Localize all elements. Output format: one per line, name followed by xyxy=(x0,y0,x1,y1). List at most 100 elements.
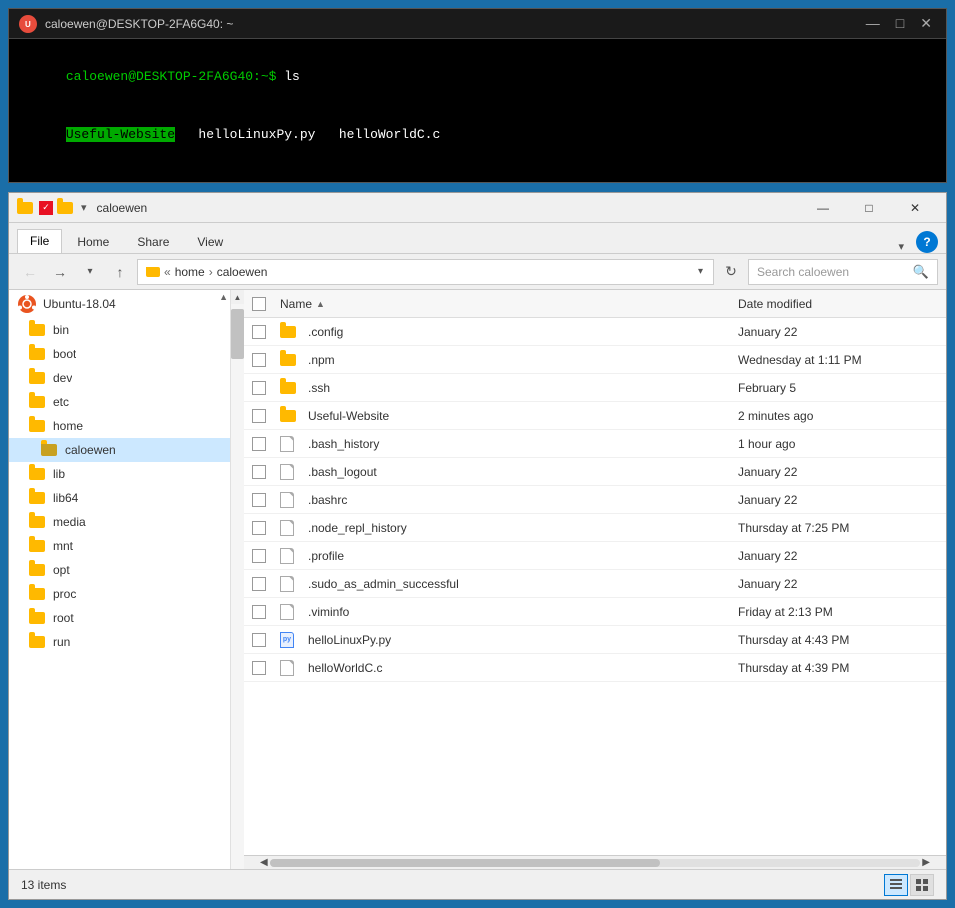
file-check-profile[interactable] xyxy=(252,549,280,563)
file-row-hello-py[interactable]: py helloLinuxPy.py Thursday at 4:43 PM xyxy=(244,626,946,654)
file-row-useful-website[interactable]: Useful-Website 2 minutes ago xyxy=(244,402,946,430)
tab-share[interactable]: Share xyxy=(124,230,182,253)
search-icon[interactable]: 🔍 xyxy=(913,264,929,280)
refresh-button[interactable]: ↻ xyxy=(718,259,744,285)
generic-icon-sudo xyxy=(280,576,294,592)
file-row-node-repl[interactable]: .node_repl_history Thursday at 7:25 PM xyxy=(244,514,946,542)
nav-dropdown[interactable]: ▾ xyxy=(77,259,103,285)
checkbox-hello-c[interactable] xyxy=(252,661,266,675)
tab-view[interactable]: View xyxy=(184,230,236,253)
file-check-useful-website[interactable] xyxy=(252,409,280,423)
sidebar-item-dev[interactable]: dev xyxy=(9,366,230,390)
checkbox-ssh[interactable] xyxy=(252,381,266,395)
scrollbar-thumb[interactable] xyxy=(231,309,244,359)
tab-file[interactable]: File xyxy=(17,229,62,253)
file-list-header: Name ▲ Date modified xyxy=(244,290,946,318)
file-row-npm[interactable]: .npm Wednesday at 1:11 PM xyxy=(244,346,946,374)
sidebar-item-root[interactable]: root xyxy=(9,606,230,630)
view-details-btn[interactable] xyxy=(884,874,908,896)
file-row-bashrc[interactable]: .bashrc January 22 xyxy=(244,486,946,514)
file-check-ssh[interactable] xyxy=(252,381,280,395)
terminal-minimize[interactable]: — xyxy=(862,15,884,32)
header-name[interactable]: Name ▲ xyxy=(280,297,738,311)
sidebar-scroll-up[interactable]: ▲ xyxy=(219,292,228,302)
checkbox-sudo[interactable] xyxy=(252,577,266,591)
explorer-close[interactable]: ✕ xyxy=(892,193,938,223)
tab-home[interactable]: Home xyxy=(64,230,122,253)
generic-icon-node-repl xyxy=(280,520,294,536)
file-icon-bash-history xyxy=(280,436,304,452)
sidebar-item-run[interactable]: run xyxy=(9,630,230,654)
checkbox-hello-py[interactable] xyxy=(252,633,266,647)
view-tiles-btn[interactable] xyxy=(910,874,934,896)
checkbox-profile[interactable] xyxy=(252,549,266,563)
file-row-bash-history[interactable]: .bash_history 1 hour ago xyxy=(244,430,946,458)
file-check-hello-py[interactable] xyxy=(252,633,280,647)
scrollbar-up-arrow[interactable]: ▲ xyxy=(231,290,244,304)
path-arrow: › xyxy=(209,265,213,279)
hscroll-left[interactable]: ◀ xyxy=(258,857,270,868)
sidebar-item-lib64[interactable]: lib64 xyxy=(9,486,230,510)
file-check-sudo[interactable] xyxy=(252,577,280,591)
checkbox-bash-history[interactable] xyxy=(252,437,266,451)
sidebar-label-media: media xyxy=(53,515,86,529)
checkbox-npm[interactable] xyxy=(252,353,266,367)
sidebar-item-boot[interactable]: boot xyxy=(9,342,230,366)
file-row-sudo[interactable]: .sudo_as_admin_successful January 22 xyxy=(244,570,946,598)
sidebar-item-opt[interactable]: opt xyxy=(9,558,230,582)
explorer-maximize[interactable]: □ xyxy=(846,193,892,223)
hscroll-right[interactable]: ▶ xyxy=(920,857,932,868)
sidebar-item-bin[interactable]: bin xyxy=(9,318,230,342)
checkbox-viminfo[interactable] xyxy=(252,605,266,619)
header-date[interactable]: Date modified xyxy=(738,297,938,311)
checkbox-node-repl[interactable] xyxy=(252,521,266,535)
file-check-npm[interactable] xyxy=(252,353,280,367)
address-dropdown[interactable]: ▾ xyxy=(696,266,705,277)
folder-icon-useful-website xyxy=(280,410,296,422)
sidebar-item-home[interactable]: home xyxy=(9,414,230,438)
file-check-bashrc[interactable] xyxy=(252,493,280,507)
file-check-bash-history[interactable] xyxy=(252,437,280,451)
file-date-ssh: February 5 xyxy=(738,381,938,395)
sidebar-item-ubuntu[interactable]: Ubuntu-18.04 xyxy=(9,290,230,318)
address-input[interactable]: « home › caloewen ▾ xyxy=(137,259,714,285)
checkbox-useful-website[interactable] xyxy=(252,409,266,423)
sidebar-item-mnt[interactable]: mnt xyxy=(9,534,230,558)
file-check-config[interactable] xyxy=(252,325,280,339)
sidebar-item-media[interactable]: media xyxy=(9,510,230,534)
file-check-bash-logout[interactable] xyxy=(252,465,280,479)
file-check-node-repl[interactable] xyxy=(252,521,280,535)
hscroll-thumb[interactable] xyxy=(270,859,660,867)
col-date-label: Date modified xyxy=(738,297,812,311)
checkbox-bashrc[interactable] xyxy=(252,493,266,507)
sidebar-item-proc[interactable]: proc xyxy=(9,582,230,606)
terminal-maximize[interactable]: □ xyxy=(892,15,908,32)
file-row-profile[interactable]: .profile January 22 xyxy=(244,542,946,570)
nav-back[interactable]: ← xyxy=(17,259,43,285)
search-box[interactable]: Search caloewen 🔍 xyxy=(748,259,938,285)
file-row-config[interactable]: .config January 22 xyxy=(244,318,946,346)
file-row-viminfo[interactable]: .viminfo Friday at 2:13 PM xyxy=(244,598,946,626)
nav-up[interactable]: ↑ xyxy=(107,259,133,285)
folder-icon-home xyxy=(29,420,45,432)
nav-forward[interactable]: → xyxy=(47,259,73,285)
sidebar-item-caloewen[interactable]: caloewen xyxy=(9,438,230,462)
terminal-close[interactable]: ✕ xyxy=(916,15,936,32)
select-all-checkbox[interactable] xyxy=(252,297,266,311)
file-name-bash-logout: .bash_logout xyxy=(308,465,738,479)
folder-icon-ssh xyxy=(280,382,296,394)
sidebar-item-etc[interactable]: etc xyxy=(9,390,230,414)
terminal-body: caloewen@DESKTOP-2FA6G40:~$ ls Useful-We… xyxy=(9,39,946,182)
checkbox-bash-logout[interactable] xyxy=(252,465,266,479)
file-check-viminfo[interactable] xyxy=(252,605,280,619)
file-row-hello-c[interactable]: helloWorldC.c Thursday at 4:39 PM xyxy=(244,654,946,682)
file-row-ssh[interactable]: .ssh February 5 xyxy=(244,374,946,402)
ribbon-expand[interactable]: ▾ xyxy=(898,240,912,253)
file-row-bash-logout[interactable]: .bash_logout January 22 xyxy=(244,458,946,486)
sidebar-label-run: run xyxy=(53,635,70,649)
explorer-minimize[interactable]: — xyxy=(800,193,846,223)
checkbox-config[interactable] xyxy=(252,325,266,339)
help-button[interactable]: ? xyxy=(916,231,938,253)
sidebar-item-lib[interactable]: lib xyxy=(9,462,230,486)
file-check-hello-c[interactable] xyxy=(252,661,280,675)
